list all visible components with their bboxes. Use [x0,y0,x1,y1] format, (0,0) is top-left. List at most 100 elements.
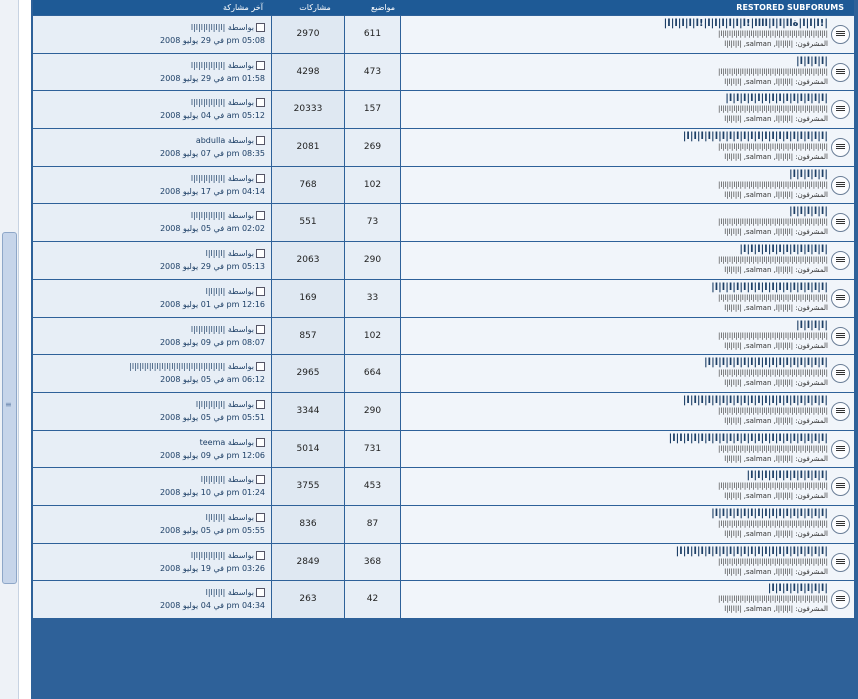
last-post-author-text[interactable]: بواسطة |ا|ا|ا|ا|ا|ا|ا [191,174,254,183]
forum-moderators[interactable]: المشرفون: |ا|ا|ا|ا, salman, |ا|ا|ا|ا [724,605,828,613]
forum-moderators[interactable]: المشرفون: |ا|ا|ا|ا, salman, |ا|ا|ا|ا [724,153,828,161]
last-post-author[interactable]: بواسطة abdulla [196,136,265,146]
topics-cell: 290 [345,242,400,279]
last-post-author[interactable]: بواسطة |ا|ا|ا|ا|ا|ا|ا [191,211,265,221]
post-icon[interactable] [256,136,265,146]
last-post-date: في 19 يوليو 2008 pm 03:26 [159,563,265,573]
last-post-author[interactable]: بواسطة |ا|ا|ا|ا|ا|ا|ا [191,550,265,560]
last-post-author[interactable]: بواسطة |ا|ا|ا|ا|ا|ا [196,399,265,409]
posts-cell: 263 [272,581,344,618]
last-post-author[interactable]: بواسطة |ا|ا|ا|ا|ا|ا|ا [191,98,265,108]
forum-title-link[interactable]: |ا|ا|ا|ا|ا|ا|ا|ا|ا|ا|ا|ا|ا|ا|ا|ا|ا|ا|ا|ا… [676,546,828,557]
last-post-author[interactable]: بواسطة |ا|ا|ا|ا [206,588,265,598]
post-icon[interactable] [256,588,265,598]
last-post-author[interactable]: بواسطة |ا|ا|ا|ا [206,286,265,296]
last-post-author-text[interactable]: بواسطة |ا|ا|ا|ا|ا|ا|ا [191,551,254,560]
forum-moderators[interactable]: المشرفون: |ا|ا|ا|ا, salman, |ا|ا|ا|ا [724,266,828,274]
last-post-author[interactable]: بواسطة |ا|ا|ا|ا|ا|ا|ا [191,324,265,334]
forum-moderators[interactable]: المشرفون: |ا|ا|ا|ا, salman, |ا|ا|ا|ا [724,228,828,236]
forum-title-link[interactable]: |ا|ا|ا|ا|ا|ا|ا|ا|ا|ا|ا|ا|ا|ا|ا|ا|ا|ا|ا|ا… [683,395,828,406]
forum-row: بواسطة abdulla في 07 يوليو 2008 pm 08:35 2… [33,129,854,167]
last-post-author-text[interactable]: بواسطة teema [200,438,254,447]
post-icon[interactable] [256,437,265,447]
last-post-author[interactable]: بواسطة |ا|ا|ا|ا [206,249,265,259]
forum-moderators[interactable]: المشرفون: |ا|ا|ا|ا, salman, |ا|ا|ا|ا [724,304,828,312]
last-post-author[interactable]: بواسطة |ا|ا|ا|ا|ا|ا|ا [191,23,265,32]
last-post-author[interactable]: بواسطة |ا|ا|ا|ا|ا [201,475,265,485]
last-post-author[interactable]: بواسطة |ا|ا|ا|ا [206,512,265,522]
topics-count: 73 [366,217,379,228]
last-post-author-text[interactable]: بواسطة |ا|ا|ا|ا [206,588,254,597]
last-post-author-text[interactable]: بواسطة abdulla [196,136,254,145]
forum-moderators[interactable]: المشرفون: |ا|ا|ا|ا, salman, |ا|ا|ا|ا [724,342,828,350]
forum-title-link[interactable]: |ا|ا|ا|ا|ا|ا|ا|ا|ا|ا|ا|ا|ا|ا|ا|ا| [711,282,828,293]
last-post-author-text[interactable]: بواسطة |ا|ا|ا|ا|ا|ا|ا [191,325,254,334]
post-icon[interactable] [256,550,265,560]
forum-moderators[interactable]: المشرفون: |ا|ا|ا|ا, salman, |ا|ا|ا|ا [724,530,828,538]
post-icon[interactable] [256,249,265,259]
last-post-author-text[interactable]: بواسطة |ا|ا|ا|ا|ا|ا|ا [191,61,254,70]
last-post-author[interactable]: بواسطة |ا|ا|ا|ا|ا|ا|ا [191,60,265,70]
topics-cell: 42 [345,581,400,618]
forum-moderators[interactable]: المشرفون: |ا|ا|ا|ا, salman, |ا|ا|ا|ا [724,417,828,425]
last-post-cell: بواسطة |ا|ا|ا|ا|ا|ا|ا في 17 يوليو 2008 pm… [33,166,271,204]
post-icon[interactable] [256,98,265,108]
last-post-author-text[interactable]: بواسطة |ا|ا|ا|ا|ا|ا [196,400,254,409]
post-icon[interactable] [256,173,265,183]
topics-count: 290 [363,405,382,416]
post-icon[interactable] [256,512,265,522]
forum-row: بواسطة |ا|ا|ا|ا في 29 يوليو 2008 pm 05:13… [33,242,854,280]
last-post-author[interactable]: بواسطة teema [200,437,265,447]
forum-moderators[interactable]: المشرفون: |ا|ا|ا|ا, salman, |ا|ا|ا|ا [724,379,828,387]
post-icon[interactable] [256,399,265,409]
last-post-author-text[interactable]: بواسطة |ا|ا|ا|ا [206,513,254,522]
forum-status-icon [831,364,850,384]
last-post-author-text[interactable]: بواسطة |ا|ا|ا|ا|ا|ا|ا [191,98,254,107]
topics-cell: 611 [345,16,400,53]
forum-title-link[interactable]: |ا|ا|ا|ا|ا|ا|ا|ا|ا|ا|ا|ا|ا|ا|ا|ا| [711,508,828,519]
forum-moderators[interactable]: المشرفون: |ا|ا|ا|ا, salman, |ا|ا|ا|ا [724,568,828,576]
forum-row: بواسطة |ا|ا|ا|ا|ا|ا|ا في 04 يوليو 2008 am… [33,91,854,130]
last-post-author-text[interactable]: بواسطة |ا|ا|ا|ا|ا [201,475,254,484]
forum-description: |ا|ا|ا|ا|ا|ا|ا|ا|ا|ا|ا|ا|ا|ا|ا|ا|ا|ا|ا|ا… [718,180,828,189]
topics-cell: 453 [345,468,400,505]
topics-count: 453 [363,481,382,492]
post-icon[interactable] [256,23,265,32]
last-post-author-text[interactable]: بواسطة |ا|ا|ا|ا [206,287,254,296]
forum-title-link[interactable]: |ا|ا|ا|ا|ا|ا|ا|ا|ا|ا|ا|ا|ا|ا|ا|ا|ا| [704,357,828,368]
last-post-date: في 07 يوليو 2008 pm 08:35 [159,149,265,159]
last-post-author-text[interactable]: بواسطة |ا|ا|ا|ا|ا|ا|ا [191,211,254,220]
last-post-author[interactable]: بواسطة |ا|ا|ا|ا|ا|ا|ا [191,173,265,183]
post-icon[interactable] [256,362,265,372]
forum-moderators[interactable]: المشرفون: |ا|ا|ا|ا, salman, |ا|ا|ا|ا [724,492,828,500]
forum-title-link[interactable]: |ا|ا|ا|ا|ا|ا|ا|ا|ا|ا|ا| [746,470,828,481]
post-icon[interactable] [256,475,265,485]
forum-title-link[interactable]: |ا|ا|ا|ا|ا|ا|ا|ا| [768,583,828,594]
forum-moderators[interactable]: المشرفون: |ا|ا|ا|ا, salman, |ا|ا|ا|ا [724,115,828,123]
post-icon[interactable] [256,324,265,334]
post-icon[interactable] [256,286,265,296]
forum-title-link[interactable]: |ا|ا|ا|ا|ا|ا|ا|ا|ا|ا|ا|ا|ا|ا|ا|ا|ا|ا|ا|ا… [683,131,828,142]
post-icon[interactable] [256,60,265,70]
forum-moderators[interactable]: المشرفون: |ا|ا|ا|ا, salman, |ا|ا|ا|ا [724,455,828,463]
forum-title-link[interactable]: |ا|ا|ا|ا|ا| [789,206,828,217]
forum-title-link[interactable]: |ا|ا|ا|ا|ا|ا|ا|ا|ا|ا|ا|ا|ا|ا|ا|ا|ا|ا|ا|ا… [669,433,828,444]
forum-moderators[interactable]: المشرفون: |ا|ا|ا|ا, salman, |ا|ا|ا|ا [724,78,828,86]
last-post-author-text[interactable]: بواسطة |ا|ا|ا|ا [206,249,254,258]
last-post-author[interactable]: بواسطة |ا|ا|ا|ا|ا|ا|ا|ا|ا|ا|ا|ا|ا|ا|ا|ا|… [129,362,265,372]
forum-title-link[interactable]: |ا|ا|ا|ا|ا| [789,169,828,180]
forum-title-link[interactable]: |ا|ا|ا|ا| [796,320,828,331]
forum-moderators[interactable]: المشرفون: |ا|ا|ا|ا, salman, |ا|ا|ا|ا [724,40,828,48]
forum-title-link[interactable]: |!ا|ا|ا|ةاا|ا|ا|اااا|!ا|ا|ا|ا|ا|ا|!ا|ا|ا… [664,18,828,29]
forum-moderators[interactable]: المشرفون: |ا|ا|ا|ا, salman, |ا|ا|ا|ا [724,191,828,199]
forum-row: بواسطة |ا|ا|ا|ا|ا|ا|ا في 17 يوليو 2008 pm… [33,166,854,205]
last-post-author-text[interactable]: بواسطة |ا|ا|ا|ا|ا|ا|ا [191,23,254,32]
forum-title-link[interactable]: |ا|ا|ا|ا|ا|ا|ا|ا|ا|ا|ا|ا| [739,244,828,255]
last-post-author-text[interactable]: بواسطة |ا|ا|ا|ا|ا|ا|ا|ا|ا|ا|ا|ا|ا|ا|ا|ا|… [129,362,254,371]
post-icon[interactable] [256,211,265,221]
vertical-scrollbar[interactable]: ≡ [0,0,19,699]
forum-status-icon [831,25,850,44]
last-post-date: في 10 يوليو 2008 pm 01:24 [159,488,265,498]
forum-title-link[interactable]: |ا|ا|ا|ا|ا|ا|ا|ا|ا|ا|ا|ا|ا|ا| [725,93,828,104]
forum-title-link[interactable]: |ا|ا|ا|ا| [796,56,828,67]
